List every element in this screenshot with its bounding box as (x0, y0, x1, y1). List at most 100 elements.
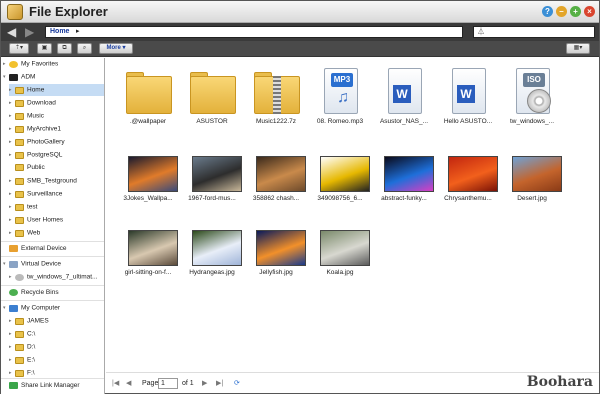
sidebar-item-surveillance[interactable]: ▸ Surveillance (9, 188, 62, 200)
sidebar-label: Recycle Bins (21, 289, 59, 296)
prev-page-icon[interactable]: ◀ (126, 378, 131, 389)
minimize-icon[interactable]: – (556, 6, 567, 17)
file-name: 358862 chash... (252, 195, 300, 202)
sidebar-label: Share Link Manager (21, 382, 80, 389)
sidebar-item-user-homes[interactable]: ▸ User Homes (9, 214, 63, 226)
more-button-label: More (106, 45, 121, 51)
page-number-input[interactable]: 1 (158, 378, 178, 389)
file-name: Jellyfish.jpg (259, 269, 293, 276)
page-label: Page (142, 380, 159, 387)
sidebar-item-recycle-bins[interactable]: Recycle Bins (3, 287, 59, 299)
last-page-icon[interactable]: ▶| (216, 378, 223, 389)
upload-button[interactable]: ⇡▾ (9, 43, 29, 54)
help-icon[interactable]: ? (542, 6, 553, 17)
word-document-icon: W (442, 66, 494, 116)
sidebar-item-smb-testground[interactable]: ▸ SMB_Testground (9, 175, 77, 187)
file-tile[interactable]: abstract-funky... (372, 154, 436, 220)
maximize-icon[interactable]: + (570, 6, 581, 17)
file-tile[interactable]: 1967-ford-mus... (180, 154, 244, 220)
first-page-icon[interactable]: |◀ (112, 378, 119, 389)
sidebar-item-photogallery[interactable]: ▸ PhotoGallery (9, 136, 65, 148)
sidebar: ▸ My Favorites ▾ ADM ▸ Home ▸ Download ▸ Musi… (1, 58, 105, 394)
file-tile[interactable]: W Hello ASUSTO... (436, 66, 500, 132)
more-button[interactable]: More ▾ (99, 43, 133, 54)
file-tile[interactable]: ASUSTOR (180, 66, 244, 132)
view-mode-button[interactable]: ▦▾ (566, 43, 590, 54)
folder-icon (15, 112, 24, 120)
sidebar-item-drive-c[interactable]: ▸ C:\ (9, 328, 35, 340)
folder-icon (15, 99, 24, 107)
sidebar-label: Home (27, 86, 45, 94)
disc-icon (15, 273, 24, 281)
file-tile[interactable]: ISO tw_windows_... (500, 66, 564, 132)
filter-input[interactable]: ⏃ (473, 26, 595, 38)
sidebar-item-external-device[interactable]: External Device (3, 243, 67, 255)
sidebar-label: External Device (21, 245, 67, 252)
file-tile[interactable]: girl-sitting-on-f... (116, 228, 180, 294)
sidebar-label: ADM (21, 73, 36, 81)
forward-arrow-icon[interactable]: ▶ (25, 25, 34, 39)
folder-icon (15, 356, 24, 364)
sidebar-item-favorites[interactable]: ▸ My Favorites (3, 58, 58, 70)
file-tile[interactable]: Music1222.7z (244, 66, 308, 132)
file-tile[interactable]: Chrysanthemu... (436, 154, 500, 220)
sidebar-item-public[interactable]: Public (9, 162, 45, 174)
refresh-icon[interactable]: ⟳ (234, 378, 240, 389)
sidebar-item-drive-d[interactable]: ▸ D:\ (9, 341, 35, 353)
file-name: ASUSTOR (196, 118, 228, 125)
sidebar-item-my-computer[interactable]: ▾ My Computer (3, 302, 60, 314)
sidebar-label: Public (27, 164, 45, 171)
breadcrumb-chevron-icon[interactable]: ▸ (76, 27, 80, 37)
sidebar-item-drive-e[interactable]: ▸ E:\ (9, 354, 35, 366)
recycle-icon (9, 288, 18, 296)
sidebar-label: User Homes (27, 216, 64, 224)
next-page-icon[interactable]: ▶ (202, 378, 207, 389)
sidebar-item-download[interactable]: ▸ Download (9, 97, 56, 109)
file-name: Music1222.7z (255, 118, 297, 125)
path-input[interactable]: Home ▸ (45, 26, 463, 38)
sidebar-item-postgresql[interactable]: ▸ PostgreSQL (9, 149, 62, 161)
folder-icon (15, 330, 24, 338)
breadcrumb-home[interactable]: Home (50, 27, 69, 37)
sidebar-item-james[interactable]: ▸ JAMES (9, 315, 49, 327)
archive-icon (250, 66, 302, 116)
star-icon (9, 60, 18, 68)
sidebar-item-virtual-device[interactable]: ▾ Virtual Device (3, 258, 61, 270)
file-tile[interactable]: Jellyfish.jpg (244, 228, 308, 294)
copy-button[interactable]: ⧉ (57, 43, 72, 54)
window-title: File Explorer (29, 4, 108, 19)
back-arrow-icon[interactable]: ◀ (7, 25, 16, 39)
sidebar-item-myarchive1[interactable]: ▸ MyArchive1 (9, 123, 61, 135)
sidebar-item-home[interactable]: ▸ Home (9, 84, 104, 96)
sidebar-item-music[interactable]: ▸ Music (9, 110, 44, 122)
file-tile[interactable]: 358862 chash... (244, 154, 308, 220)
sidebar-divider (1, 241, 104, 242)
sidebar-item-test[interactable]: ▸ test (9, 201, 37, 213)
folder-icon (15, 125, 24, 133)
address-bar: ◀ ▶ Home ▸ ⏃ (1, 23, 599, 41)
pager-bar: |◀ ◀ Page 1 of 1 ▶ ▶| ⟳ Boohara (106, 372, 599, 393)
sidebar-label: JAMES (27, 317, 49, 325)
file-tile[interactable]: .@wallpaper (116, 66, 180, 132)
file-name: 08. Romeo.mp3 (316, 118, 364, 125)
file-tile[interactable]: Desert.jpg (500, 154, 564, 220)
sidebar-item-share-link-manager[interactable]: Share Link Manager (3, 380, 80, 392)
file-tile[interactable]: 3Jokes_Wallpa... (116, 154, 180, 220)
sidebar-label: test (27, 203, 38, 211)
new-folder-button[interactable]: ▣ (37, 43, 52, 54)
search-button[interactable]: ⌕ (77, 43, 92, 54)
sidebar-item-web[interactable]: ▸ Web (9, 227, 40, 239)
file-name: 1967-ford-mus... (188, 195, 236, 202)
file-name: girl-sitting-on-f... (124, 269, 172, 276)
file-tile[interactable]: Hydrangeas.jpg (180, 228, 244, 294)
folder-icon (15, 86, 24, 94)
title-bar: File Explorer ? – + × (1, 1, 599, 23)
file-tile[interactable]: 349098756_6... (308, 154, 372, 220)
sidebar-item-virtual-image[interactable]: ▸ tw_windows_7_ultimat... (9, 271, 97, 283)
sidebar-label: Download (27, 99, 56, 107)
close-icon[interactable]: × (584, 6, 595, 17)
file-tile[interactable]: Koala.jpg (308, 228, 372, 294)
file-tile[interactable]: W Asustor_NAS_... (372, 66, 436, 132)
sidebar-item-adm[interactable]: ▾ ADM (3, 71, 35, 83)
file-tile[interactable]: MP3 ♫ 08. Romeo.mp3 (308, 66, 372, 132)
